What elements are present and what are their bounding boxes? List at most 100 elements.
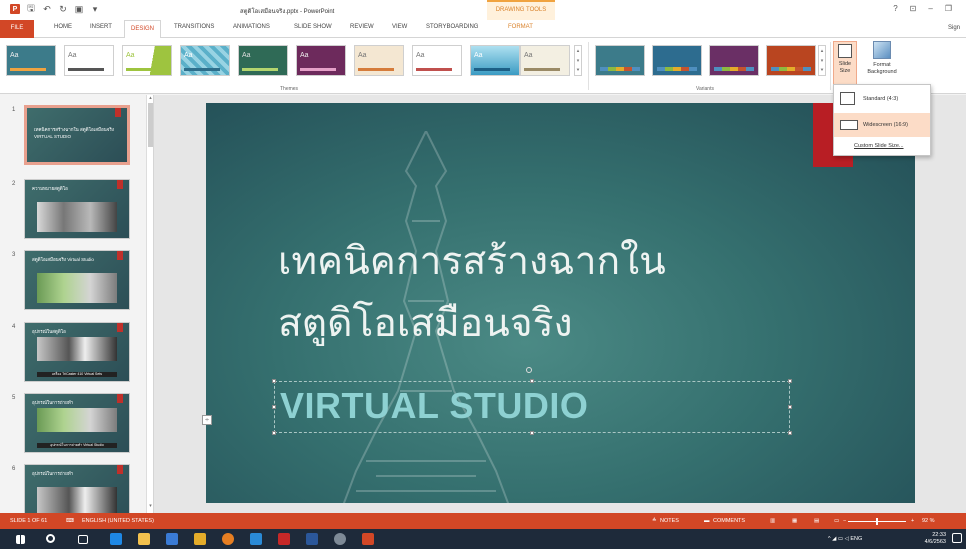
reading-view-icon[interactable]: ▤ [814,518,819,524]
sign-in-link[interactable]: Sign [948,25,960,31]
design-ribbon: Aa Aa Aa Aa Aa Aa Aa Aa Aa Aa ▴ ▾ ⯆ Themes… [0,38,966,94]
chrome-icon[interactable] [222,533,234,545]
slide-subtitle[interactable]: VIRTUAL STUDIO [280,385,588,427]
slide-title[interactable]: เทคนิคการสร้างฉากใน สตูดิโอเสมือนจริง [278,231,738,355]
notes-button[interactable]: NOTES [660,518,679,524]
zoom-level[interactable]: 92 % [922,518,935,524]
store-icon[interactable] [166,533,178,545]
app-icon-2[interactable] [334,533,346,545]
ribbon-display-options-icon[interactable]: ⊡ [910,4,917,13]
search-icon[interactable] [46,534,55,543]
resize-handle[interactable] [788,405,792,409]
resize-handle[interactable] [272,405,276,409]
slide-thumbnail[interactable]: 1 เทคนิคการสร้างฉากใน สตูดิโอเสมือนจริง … [0,105,146,165]
minimize-icon[interactable]: – [928,4,932,13]
notifications-icon[interactable] [952,533,962,543]
help-button[interactable]: ? [893,4,897,13]
save-icon[interactable]: 🖫 [26,3,36,14]
windows-taskbar: ^ ◢ ▭ ◁ ENG 22:33 4/6/2563 [0,529,966,549]
menu-item-standard[interactable]: Standard (4:3) [834,87,930,111]
zoom-slider-thumb[interactable] [876,518,878,525]
normal-view-icon[interactable]: ▥ [770,518,775,524]
theme-thumbnail[interactable]: Aa [238,45,288,76]
slide-photo [37,408,117,432]
slide-thumbnail[interactable]: 4 อุปกรณ์ในสตูดิโอ เครื่อง TriCaster 410 … [0,322,146,382]
acrobat-icon[interactable] [278,533,290,545]
slide-photo [37,202,117,232]
tab-design[interactable]: DESIGN [124,20,162,39]
undo-icon[interactable]: ↶ [42,4,52,14]
variant-thumbnail[interactable] [709,45,759,76]
themes-gallery-scroll[interactable]: ▴ ▾ ⯆ [574,45,582,76]
theme-thumbnail[interactable]: Aa [64,45,114,76]
comments-button[interactable]: COMMENTS [713,518,745,524]
tab-file[interactable]: FILE [0,20,34,38]
resize-handle[interactable] [530,379,534,383]
zoom-in-icon[interactable]: + [911,518,914,524]
theme-thumbnail[interactable]: Aa [470,45,520,76]
mail-icon[interactable] [250,533,262,545]
theme-thumbnail[interactable]: Aa [296,45,346,76]
variants-gallery-scroll[interactable]: ▴ ▾ ⯆ [818,45,826,76]
menu-item-widescreen[interactable]: Widescreen (16:9) [834,113,930,137]
task-view-icon[interactable] [78,535,88,544]
tab-animations[interactable]: ANIMATIONS [233,24,270,30]
slide-thumbnail[interactable]: 2 ความหมายสตูดิโอ [0,179,146,239]
customize-qat-icon[interactable]: ▾ [90,4,100,14]
tab-review[interactable]: REVIEW [350,24,374,30]
slide-size-icon [838,44,852,58]
tab-format[interactable]: FORMAT [508,24,533,30]
current-slide[interactable]: เทคนิคการสร้างฉากใน สตูดิโอเสมือนจริง VI… [206,103,915,503]
tab-home[interactable]: HOME [54,24,72,30]
format-background-button[interactable]: Format Background [862,41,902,76]
windows-start-icon[interactable] [16,535,25,544]
tab-view[interactable]: VIEW [392,24,407,30]
slide-thumbnail[interactable]: 3 สตูดิโอเสมือนจริง Virtual Studio [0,250,146,310]
tab-storyboarding[interactable]: STORYBOARDING [426,24,478,30]
resize-handle[interactable] [788,431,792,435]
scroll-up-icon[interactable]: ▴ [147,95,153,101]
rotate-handle[interactable] [526,367,532,373]
tab-insert[interactable]: INSERT [90,24,112,30]
scroll-down-icon[interactable]: ▾ [147,503,153,509]
spellcheck-icon[interactable]: ⌨ [66,518,74,524]
slide-size-button[interactable]: Slide Size [833,41,857,87]
powerpoint-taskbar-icon[interactable] [362,533,374,545]
window-controls: ? ⊡ – ❐ [893,4,952,13]
resize-handle[interactable] [788,379,792,383]
app-icon[interactable] [194,533,206,545]
edge-icon[interactable] [110,533,122,545]
menu-item-custom-slide-size[interactable]: Custom Slide Size... [834,137,930,155]
language-indicator[interactable]: ENGLISH (UNITED STATES) [82,518,154,524]
slide-sorter-icon[interactable]: ▦ [792,518,797,524]
variant-thumbnail[interactable] [652,45,702,76]
clock[interactable]: 22:33 4/6/2563 [925,532,946,546]
slide-photo [37,273,117,303]
resize-handle[interactable] [272,431,276,435]
redo-icon[interactable]: ↻ [58,4,68,14]
file-explorer-icon[interactable] [138,533,150,545]
slide-thumbnail[interactable]: 6 อุปกรณ์ในการถ่ายทำ [0,464,146,513]
theme-thumbnail[interactable]: Aa [180,45,230,76]
theme-thumbnail[interactable]: Aa [354,45,404,76]
theme-thumbnail[interactable]: Aa [520,45,570,76]
thumbnail-scrollbar[interactable]: ▴ ▾ [146,95,153,513]
slide-thumbnail[interactable]: 5 อุปกรณ์ในการถ่ายทำ อุปกรณ์ในการถ่ายทำ V… [0,393,146,453]
tab-slide-show[interactable]: SLIDE SHOW [294,24,332,30]
layout-options-icon[interactable]: ÷ [202,415,212,425]
resize-handle[interactable] [530,431,534,435]
zoom-out-icon[interactable]: − [843,518,846,524]
slide-photo [37,337,117,361]
ribbon-tabs: FILE HOME INSERT DESIGN TRANSITIONS ANIM… [0,20,966,39]
start-from-beginning-icon[interactable]: ▣ [74,4,84,14]
theme-thumbnail[interactable]: Aa [412,45,462,76]
variant-thumbnail[interactable] [766,45,816,76]
tab-transitions[interactable]: TRANSITIONS [174,24,214,30]
theme-thumbnail[interactable]: Aa [122,45,172,76]
restore-icon[interactable]: ❐ [945,4,952,13]
variant-thumbnail[interactable] [595,45,645,76]
slideshow-icon[interactable]: ▭ [834,518,839,524]
word-icon[interactable] [306,533,318,545]
theme-thumbnail[interactable]: Aa [6,45,56,76]
resize-handle[interactable] [272,379,276,383]
